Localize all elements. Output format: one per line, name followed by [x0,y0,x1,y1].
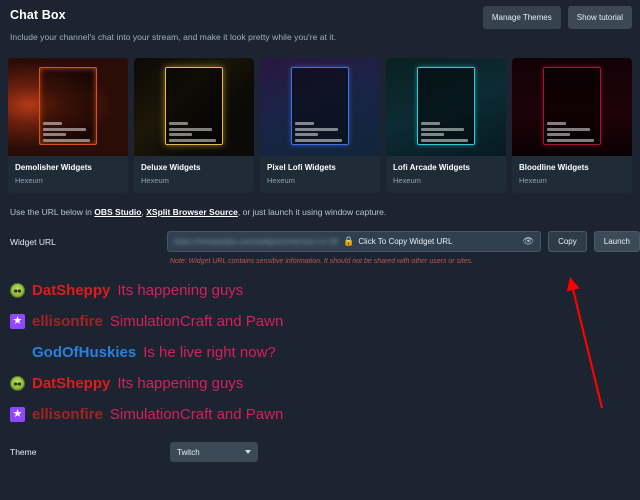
theme-thumbnail [260,58,380,156]
theme-select-value: Twitch [177,447,200,457]
chat-message-text: SimulationCraft and Pawn [109,406,284,423]
show-tutorial-button[interactable]: Show tutorial [567,6,632,29]
hint-prefix: Use the URL below in [10,207,95,217]
theme-select-dropdown[interactable]: Twitch [170,442,258,462]
chat-message-text: Its happening guys [117,375,244,392]
emote-face-badge-icon [10,376,25,391]
emote-face-badge-icon [10,283,25,298]
theme-author: Hexeum [519,176,547,185]
chat-lines-preview [420,122,471,144]
chat-message: GodOfHuskies Is he live right now? [10,337,640,368]
theme-name: Lofi Arcade Widgets [393,163,470,172]
theme-author: Hexeum [141,176,169,185]
chat-username: DatSheppy [32,375,111,392]
theme-card-body: Deluxe Widgets Hexeum [134,156,254,193]
no-badge-placeholder [10,345,25,360]
click-to-copy-hint: Click To Copy Widget URL [358,237,453,246]
theme-author: Hexeum [15,176,43,185]
theme-thumbnail [386,58,506,156]
theme-thumbnail [134,58,254,156]
launch-button[interactable]: Launch [593,231,640,252]
star-badge-icon: ★ [10,407,25,422]
hint-suffix: , or just launch it using window capture… [237,207,387,217]
theme-name: Pixel Lofi Widgets [267,163,336,172]
chat-username: DatSheppy [32,282,111,299]
chat-lines-preview [546,122,597,144]
theme-card[interactable]: Lofi Arcade Widgets Hexeum [386,58,506,193]
theme-select-label: Theme [10,447,37,457]
lock-icon: 🔒 [343,236,355,246]
copy-button[interactable]: Copy [548,231,587,252]
chat-lines-preview [168,122,219,144]
star-badge-icon: ★ [10,314,25,329]
page-subtitle: Include your channel's chat into your st… [10,32,337,42]
eye-icon[interactable]: 👁 [523,236,534,247]
theme-name: Deluxe Widgets [141,163,201,172]
chat-message-text: Is he live right now? [143,344,276,361]
obs-studio-link[interactable]: OBS Studio [94,207,141,217]
theme-card[interactable]: Pixel Lofi Widgets Hexeum [260,58,380,193]
theme-author: Hexeum [267,176,295,185]
theme-author: Hexeum [393,176,421,185]
url-usage-hint: Use the URL below in OBS Studio, XSplit … [0,193,640,217]
theme-card-body: Pixel Lofi Widgets Hexeum [260,156,380,193]
theme-card-body: Bloodline Widgets Hexeum [512,156,632,193]
chevron-down-icon [245,450,251,454]
chat-message: ★ ellisonfire SimulationCraft and Pawn [10,306,640,337]
chat-lines-preview [42,122,93,144]
header-actions: Manage Themes Show tutorial [482,6,632,29]
chat-username: GodOfHuskies [32,344,137,361]
widget-url-row: Widget URL https://streamlabs.com/widget… [0,217,640,252]
chat-message: DatSheppy Its happening guys [10,275,640,306]
theme-card-list: Demolisher Widgets Hexeum Deluxe Widgets… [0,58,640,193]
widget-url-note: Note: Widget URL contains sensitive info… [170,258,473,265]
widget-url-value: https://streamlabs.com/widgets/chat-box-… [174,237,339,246]
theme-card[interactable]: Demolisher Widgets Hexeum [8,58,128,193]
theme-card-body: Demolisher Widgets Hexeum [8,156,128,193]
chat-username: ellisonfire [32,406,103,423]
chat-lines-preview [294,122,345,144]
manage-themes-button[interactable]: Manage Themes [482,6,561,29]
chat-message: DatSheppy Its happening guys [10,368,640,399]
page-header: Chat Box Include your channel's chat int… [0,0,640,56]
theme-thumbnail [8,58,128,156]
theme-select-row: Theme Twitch [0,430,640,462]
chat-message-text: Its happening guys [117,282,244,299]
theme-card[interactable]: Bloodline Widgets Hexeum [512,58,632,193]
theme-thumbnail [512,58,632,156]
xsplit-browser-source-link[interactable]: XSplit Browser Source [146,207,238,217]
theme-name: Demolisher Widgets [15,163,92,172]
theme-card[interactable]: Deluxe Widgets Hexeum [134,58,254,193]
chat-message: ★ ellisonfire SimulationCraft and Pawn [10,399,640,430]
theme-card-body: Lofi Arcade Widgets Hexeum [386,156,506,193]
widget-url-label: Widget URL [10,236,56,247]
widget-url-input[interactable]: https://streamlabs.com/widgets/chat-box-… [167,231,542,252]
chat-preview-list: DatSheppy Its happening guys ★ ellisonfi… [0,265,640,430]
theme-name: Bloodline Widgets [519,163,589,172]
chat-box-settings-page: Chat Box Include your channel's chat int… [0,0,640,500]
chat-username: ellisonfire [32,313,103,330]
chat-message-text: SimulationCraft and Pawn [109,313,284,330]
